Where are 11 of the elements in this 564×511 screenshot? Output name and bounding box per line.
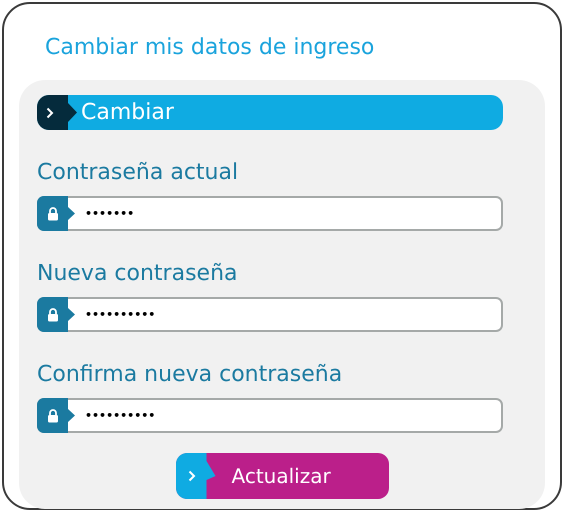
field-label: Confirma nueva contraseña xyxy=(37,362,344,388)
chevron-icon xyxy=(46,106,54,118)
field-label: Contraseña actual xyxy=(37,160,240,186)
lock-icon xyxy=(47,206,59,220)
lock-icon xyxy=(47,308,59,322)
update-button[interactable]: Actualizar xyxy=(176,453,388,499)
page-title: Cambiar mis datos de ingreso xyxy=(45,34,376,62)
lock-icon xyxy=(47,408,59,422)
section-title: Cambiar xyxy=(81,100,174,125)
chevron-icon xyxy=(188,470,196,482)
field-label: Nueva contraseña xyxy=(37,261,239,287)
